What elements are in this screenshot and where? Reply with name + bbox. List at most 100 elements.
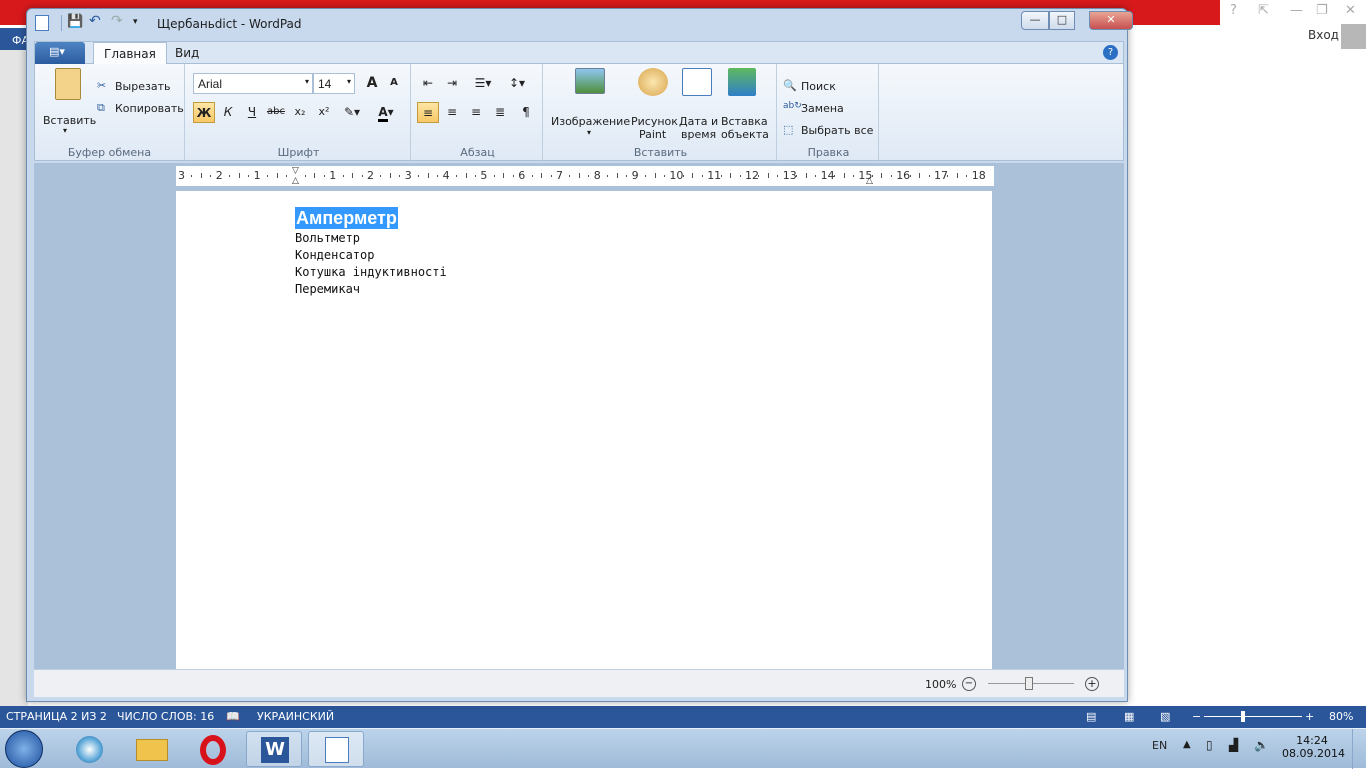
paste-dropdown-icon[interactable]: ▾ [63, 126, 67, 135]
document-page[interactable]: Амперметр Вольтметр Конденсатор Котушка … [176, 191, 992, 669]
align-right-button[interactable]: ≡ [465, 102, 487, 123]
font-color-button[interactable]: A▾ [371, 102, 401, 123]
highlight-button[interactable]: ✎▾ [337, 102, 367, 123]
insert-object-button-line2[interactable]: объекта [721, 128, 769, 141]
qat-customize-icon[interactable]: ▾ [133, 17, 138, 27]
left-indent-marker[interactable]: △ [292, 176, 299, 186]
cut-button[interactable]: Вырезать [115, 80, 170, 93]
app-menu-button[interactable]: ▤▾ [35, 42, 85, 64]
first-line-indent-marker[interactable]: ▽ [292, 166, 299, 176]
picture-icon[interactable] [575, 68, 605, 94]
paste-icon[interactable] [55, 68, 81, 100]
superscript-button[interactable]: x² [313, 102, 335, 123]
language-indicator[interactable]: УКРАИНСКИЙ [257, 710, 334, 723]
redo-icon[interactable]: ↷ [111, 13, 123, 29]
font-family-select[interactable]: Arial ▾ [193, 73, 313, 94]
taskbar-explorer[interactable] [124, 731, 180, 767]
calendar-clock-icon[interactable] [682, 68, 712, 96]
zoom-out-button[interactable]: − [962, 677, 976, 691]
word-zoom-track[interactable] [1204, 716, 1302, 717]
insert-picture-button[interactable]: Изображение [551, 115, 630, 128]
word-zoom-out[interactable]: − [1192, 710, 1201, 723]
wordpad-app-icon[interactable] [35, 15, 49, 31]
paint-palette-icon[interactable] [638, 68, 668, 96]
grow-font-button[interactable]: A [361, 73, 383, 94]
subscript-button[interactable]: x₂ [289, 102, 311, 123]
undo-icon[interactable]: ↶ [89, 13, 101, 29]
tab-view[interactable]: Вид [165, 42, 209, 64]
document-line-selected[interactable]: Амперметр [295, 207, 398, 229]
ruler[interactable]: 3 2 1 1 2 3 4 5 6 7 8 9 10 11 12 13 14 15 16 17 18 ▽ △ △ [176, 166, 994, 186]
select-all-button[interactable]: Выбрать все [801, 124, 873, 137]
word-zoom-in[interactable]: + [1305, 710, 1314, 723]
minimize-button[interactable]: — [1021, 11, 1049, 30]
word-close-icon[interactable]: ✕ [1345, 3, 1356, 18]
zoom-in-button[interactable]: + [1085, 677, 1099, 691]
avatar[interactable] [1341, 24, 1366, 49]
decrease-indent-button[interactable]: ⇤ [417, 73, 439, 94]
paint-drawing-button[interactable]: Рисунок [631, 115, 678, 128]
proofing-icon[interactable]: 📖 [226, 710, 240, 723]
font-size-select[interactable]: 14 ▾ [313, 73, 355, 94]
tray-expand-icon[interactable]: ▲ [1183, 739, 1191, 750]
network-icon[interactable]: ▟ [1229, 738, 1238, 752]
print-layout-icon[interactable]: ▦ [1124, 710, 1134, 723]
page-count[interactable]: СТРАНИЦА 2 ИЗ 2 [6, 710, 107, 723]
ribbon-help-icon[interactable]: ? [1103, 45, 1118, 60]
battery-icon[interactable]: ▯ [1206, 738, 1213, 752]
list-button[interactable]: ☰▾ [467, 73, 499, 94]
copy-button[interactable]: Копировать [115, 102, 184, 115]
ruler-tick [427, 173, 429, 178]
maximize-button[interactable]: □ [1049, 11, 1075, 30]
start-button[interactable] [5, 730, 43, 768]
taskbar-word[interactable]: W [246, 731, 302, 767]
find-button[interactable]: Поиск [801, 80, 836, 93]
word-zoom-level[interactable]: 80% [1329, 710, 1353, 723]
document-line[interactable]: Вольтметр [295, 231, 360, 245]
input-language[interactable]: EN [1152, 739, 1167, 752]
date-time-button[interactable]: Дата и [679, 115, 718, 128]
line-spacing-button[interactable]: ↕▾ [501, 73, 533, 94]
word-count[interactable]: ЧИСЛО СЛОВ: 16 [117, 710, 214, 723]
tab-home[interactable]: Главная [93, 42, 167, 64]
document-line[interactable]: Перемикач [295, 282, 360, 296]
zoom-slider-thumb[interactable] [1025, 677, 1033, 690]
italic-button[interactable]: К [217, 102, 239, 123]
clock[interactable]: 14:24 08.09.2014 [1282, 734, 1345, 760]
read-mode-icon[interactable]: ▤ [1086, 710, 1096, 723]
paste-button[interactable]: Вставить [43, 114, 96, 127]
insert-object-button[interactable]: Вставка [721, 115, 768, 128]
show-desktop-button[interactable] [1352, 729, 1366, 769]
ribbon-display-icon[interactable]: ⇱ [1258, 3, 1269, 18]
web-layout-icon[interactable]: ▧ [1160, 710, 1170, 723]
signin-link[interactable]: Вход [1308, 28, 1339, 42]
taskbar-opera[interactable] [186, 731, 242, 767]
paragraph-dialog-button[interactable]: ¶ [515, 102, 537, 123]
insert-object-icon[interactable] [728, 68, 756, 96]
paint-drawing-button-line2[interactable]: Paint [639, 128, 666, 141]
help-icon[interactable]: ? [1230, 3, 1237, 18]
date-time-button-line2[interactable]: время [681, 128, 716, 141]
justify-button[interactable]: ≣ [489, 102, 511, 123]
align-right-icon: ≡ [470, 105, 482, 119]
bold-button[interactable]: Ж [193, 102, 215, 123]
word-minimize-icon[interactable]: — [1290, 3, 1303, 18]
document-line[interactable]: Котушка індуктивності [295, 265, 447, 279]
increase-indent-button[interactable]: ⇥ [441, 73, 463, 94]
document-line[interactable]: Конденсатор [295, 248, 374, 262]
close-button[interactable]: ✕ [1089, 11, 1133, 30]
align-center-button[interactable]: ≡ [441, 102, 463, 123]
align-left-button[interactable]: ≡ [417, 102, 439, 123]
word-zoom-thumb[interactable] [1241, 711, 1245, 722]
taskbar-media-player[interactable] [62, 731, 118, 767]
taskbar-wordpad[interactable] [308, 731, 364, 767]
shrink-font-button[interactable]: A [383, 73, 405, 94]
volume-icon[interactable]: 🔈 [1254, 738, 1269, 752]
word-restore-icon[interactable]: ❐ [1316, 3, 1328, 18]
replace-button[interactable]: Замена [801, 102, 844, 115]
underline-button[interactable]: Ч [241, 102, 263, 123]
picture-dropdown-icon[interactable]: ▾ [587, 128, 591, 137]
strikethrough-button[interactable]: abc [265, 102, 287, 123]
right-indent-marker[interactable]: △ [866, 176, 873, 186]
save-icon[interactable]: 💾 [67, 14, 83, 29]
